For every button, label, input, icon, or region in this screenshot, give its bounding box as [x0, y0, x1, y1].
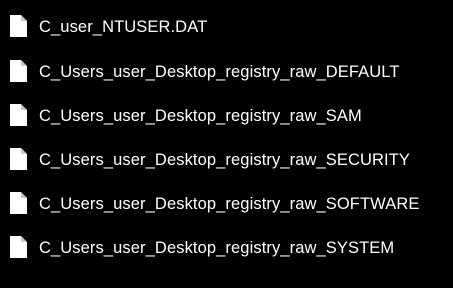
file-icon — [10, 60, 27, 82]
file-item-registry-default[interactable]: C_Users_user_Desktop_registry_raw_DEFAUL… — [0, 52, 453, 92]
file-item-ntuser-dat[interactable]: C_user_NTUSER.DAT — [0, 7, 453, 47]
file-icon — [10, 104, 27, 126]
file-icon — [10, 192, 27, 214]
file-name: C_Users_user_Desktop_registry_raw_SOFTWA… — [39, 195, 420, 213]
file-icon — [10, 15, 27, 37]
file-name: C_Users_user_Desktop_registry_raw_DEFAUL… — [39, 63, 400, 81]
file-name: C_Users_user_Desktop_registry_raw_SAM — [39, 107, 362, 125]
file-icon — [10, 236, 27, 258]
file-item-registry-security[interactable]: C_Users_user_Desktop_registry_raw_SECURI… — [0, 140, 453, 180]
file-name: C_user_NTUSER.DAT — [39, 18, 208, 36]
file-item-registry-software[interactable]: C_Users_user_Desktop_registry_raw_SOFTWA… — [0, 184, 453, 224]
file-name: C_Users_user_Desktop_registry_raw_SYSTEM — [39, 239, 395, 257]
file-list: C_user_NTUSER.DAT C_Users_user_Desktop_r… — [0, 0, 453, 288]
file-item-registry-sam[interactable]: C_Users_user_Desktop_registry_raw_SAM — [0, 96, 453, 136]
file-icon — [10, 148, 27, 170]
file-item-registry-system[interactable]: C_Users_user_Desktop_registry_raw_SYSTEM — [0, 228, 453, 268]
file-name: C_Users_user_Desktop_registry_raw_SECURI… — [39, 151, 410, 169]
